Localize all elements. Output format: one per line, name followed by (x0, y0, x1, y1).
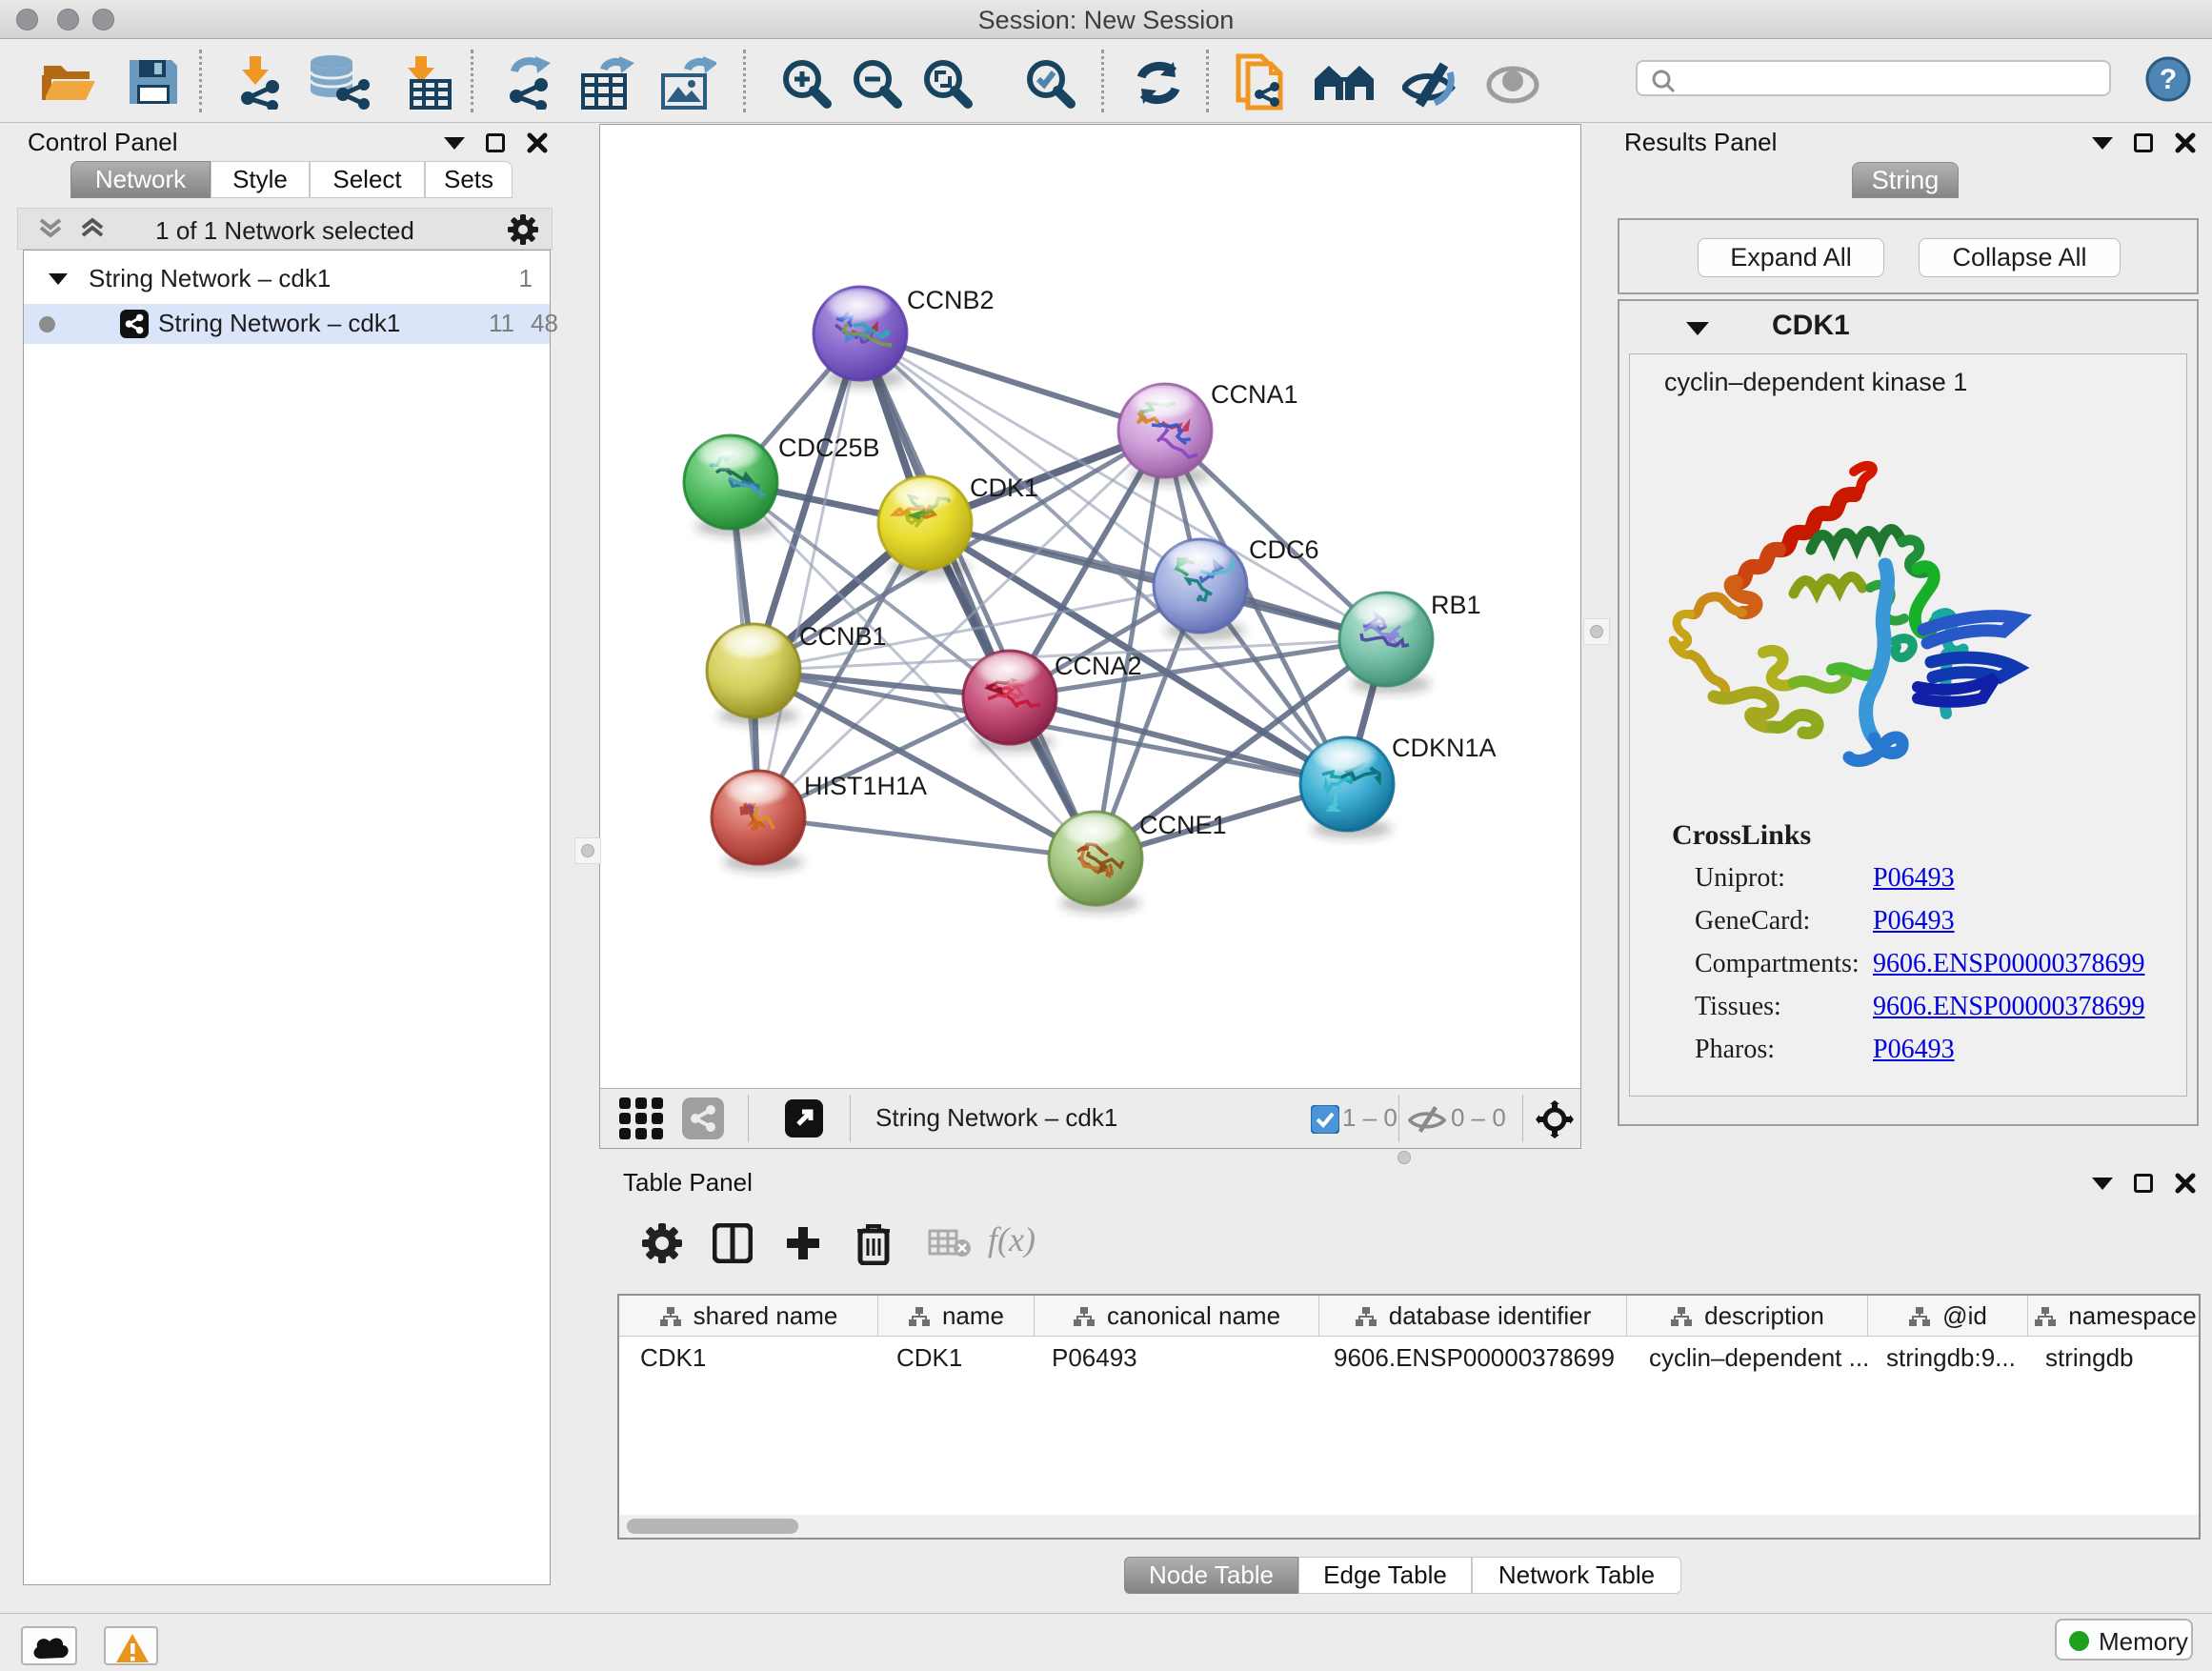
svg-text:CCNE1: CCNE1 (1139, 811, 1227, 839)
svg-text:HIST1H1A: HIST1H1A (804, 772, 927, 800)
svg-text:CCNA2: CCNA2 (1055, 652, 1142, 680)
svg-text:?: ? (2160, 64, 2177, 95)
svg-text:CDKN1A: CDKN1A (1392, 734, 1497, 762)
svg-text:RB1: RB1 (1431, 591, 1481, 619)
svg-text:CDC6: CDC6 (1249, 535, 1319, 564)
svg-text:CCNA1: CCNA1 (1211, 380, 1298, 409)
svg-text:CCNB2: CCNB2 (907, 286, 995, 314)
svg-text:CDK1: CDK1 (970, 473, 1038, 502)
svg-text:CCNB1: CCNB1 (799, 622, 887, 651)
svg-text:CDC25B: CDC25B (778, 433, 880, 462)
